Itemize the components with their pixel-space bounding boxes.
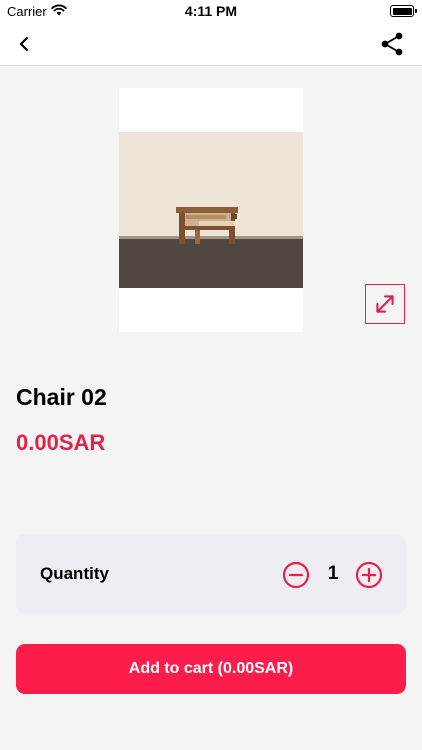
status-time: 4:11 PM	[184, 3, 238, 19]
add-to-cart-button[interactable]: Add to cart (0.00SAR)	[16, 644, 406, 694]
status-bar: Carrier 4:11 PM	[0, 0, 422, 22]
chair-photo	[119, 88, 303, 332]
expand-button[interactable]	[365, 284, 405, 324]
quantity-value: 1	[327, 563, 339, 584]
product-image[interactable]	[119, 88, 303, 332]
nav-bar	[0, 22, 422, 66]
quantity-label: Quantity	[40, 564, 109, 583]
share-button[interactable]	[378, 30, 406, 58]
back-button[interactable]	[10, 30, 38, 58]
quantity-decrease-button[interactable]	[282, 561, 310, 589]
quantity-card: Quantity 1	[16, 534, 406, 614]
product-name: Chair 02	[16, 384, 107, 410]
product-price: 0.00SAR	[16, 430, 106, 455]
battery-icon	[390, 5, 417, 17]
quantity-increase-button[interactable]	[355, 561, 383, 589]
